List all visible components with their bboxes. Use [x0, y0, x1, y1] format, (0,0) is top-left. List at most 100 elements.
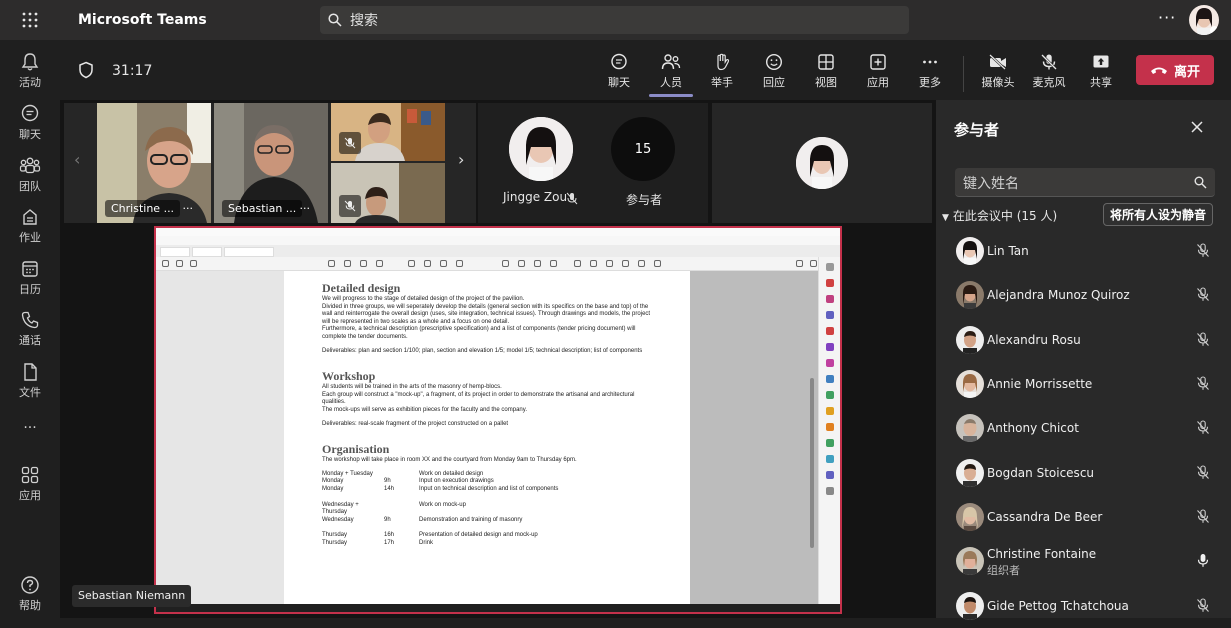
phone-icon	[21, 311, 39, 329]
help-icon	[21, 576, 39, 594]
search-icon	[1194, 176, 1207, 189]
camera-toggle[interactable]: 摄像头	[975, 53, 1021, 90]
participant-row[interactable]: Bogdan Stoicescu	[954, 455, 1224, 495]
raise-hand-button[interactable]: 举手	[699, 53, 745, 90]
jingge-avatar[interactable]	[509, 117, 573, 181]
participant-row[interactable]: Christine Fontaine 组织者	[954, 543, 1224, 583]
participant-row[interactable]: Gide Pettog Tchatchoua	[954, 588, 1224, 628]
rail-item-apps[interactable]: 应用	[0, 465, 60, 503]
settings-more-button[interactable]: ···	[1158, 8, 1176, 27]
rail-label: 帮助	[19, 599, 41, 612]
leave-button[interactable]: 离开	[1136, 55, 1214, 85]
participant-role: 组织者	[987, 564, 1020, 577]
pdf-menubar	[156, 236, 840, 245]
video-tile-sebastian[interactable]: Sebastian ... ···	[214, 103, 328, 223]
reactions-button[interactable]: 回应	[751, 53, 797, 90]
pdf-gray-area	[690, 271, 818, 604]
participant-name: Cassandra De Beer	[987, 510, 1103, 524]
toolbar-label: 回应	[763, 76, 785, 89]
chat-button[interactable]: 聊天	[596, 53, 642, 90]
strip-next-icon[interactable]: ›	[458, 150, 464, 169]
participant-row[interactable]: Alexandru Rosu	[954, 322, 1224, 362]
doc-paragraph: Deliverables: real-scale fragment of the…	[322, 420, 509, 427]
pdf-tools-rail	[818, 257, 840, 604]
close-icon[interactable]	[1190, 119, 1204, 138]
more-actions-button[interactable]: 更多	[907, 53, 953, 90]
doc-paragraph: Deliverables: plan and section 1/100; pl…	[322, 347, 643, 354]
participant-count-label: 参与者	[626, 193, 663, 207]
toolbar-label: 人员	[660, 76, 682, 89]
rail-label: 聊天	[19, 128, 41, 141]
doc-paragraph: Furthermore, a technical description (pr…	[322, 326, 636, 340]
video-tile-participant-4[interactable]	[331, 163, 445, 223]
participant-search-input[interactable]: 键入姓名	[955, 168, 1215, 197]
search-input[interactable]: 搜索	[320, 6, 909, 34]
in-meeting-section[interactable]: ▼ 在此会议中 (15 人)	[942, 207, 1057, 224]
shield-icon[interactable]	[78, 61, 94, 83]
assignments-icon	[23, 209, 37, 225]
participant-name: Bogdan Stoicescu	[987, 466, 1095, 480]
pdf-tab	[224, 247, 274, 257]
chat-icon	[21, 104, 39, 122]
participant-row[interactable]: Cassandra De Beer	[954, 499, 1224, 539]
tile-more-button[interactable]: ···	[300, 202, 311, 215]
share-button[interactable]: 共享	[1078, 53, 1124, 90]
avatar	[956, 503, 984, 531]
rail-item-chat[interactable]: 聊天	[0, 104, 60, 142]
user-avatar[interactable]	[1189, 5, 1219, 35]
tile-name: Christine ...	[105, 200, 181, 217]
avatar	[956, 547, 984, 575]
rail-item-assignments[interactable]: 作业	[0, 207, 60, 245]
doc-heading-detailed-design: Detailed design	[322, 281, 401, 295]
apps-button[interactable]: 应用	[855, 53, 901, 90]
rail-item-help[interactable]: 帮助	[0, 575, 60, 613]
participant-count-circle[interactable]: 15	[611, 117, 675, 181]
pdf-titlebar	[156, 228, 840, 236]
doc-heading-workshop: Workshop	[322, 369, 376, 384]
mute-all-button[interactable]: 将所有人设为静音	[1103, 203, 1213, 226]
rail-item-files[interactable]: 文件	[0, 362, 60, 400]
participant-row[interactable]: Alejandra Munoz Quiroz	[954, 277, 1224, 317]
rail-item-teams[interactable]: 团队	[0, 156, 60, 194]
mic-off-icon	[1196, 287, 1210, 306]
rail-item-calendar[interactable]: 日历	[0, 259, 60, 297]
people-button[interactable]: 人员	[648, 53, 694, 90]
participant-row[interactable]: Anthony Chicot	[954, 410, 1224, 450]
mic-off-icon	[1196, 509, 1210, 528]
video-tile-participant-3[interactable]	[331, 103, 445, 161]
mic-toggle[interactable]: 麦克风	[1026, 53, 1072, 90]
participant-row[interactable]: Annie Morrissette	[954, 366, 1224, 406]
rail-item-more[interactable]: ···	[0, 420, 60, 436]
rail-item-calls[interactable]: 通话	[0, 310, 60, 348]
doc-paragraph: Each group will construct a "mock-up", a…	[322, 391, 635, 406]
toolbar-label: 举手	[711, 76, 733, 89]
avatar	[956, 370, 984, 398]
self-avatar	[796, 137, 848, 189]
apps-icon	[21, 466, 39, 484]
app-launcher-icon[interactable]	[0, 12, 60, 28]
participant-row[interactable]: Lin Tan	[954, 233, 1224, 273]
mic-off-icon	[1041, 54, 1057, 70]
doc-paragraph: The mock-ups will serve as exhibition pi…	[322, 406, 527, 413]
hand-icon	[717, 53, 730, 71]
tile-more-button[interactable]: ···	[183, 202, 194, 215]
doc-heading-organisation: Organisation	[322, 442, 390, 457]
mic-off-icon	[1196, 465, 1210, 484]
presenter-name-label: Sebastian Niemann	[72, 585, 192, 607]
shared-screen: Detailed design We will progress to the …	[154, 226, 842, 614]
pdf-scrollbar	[810, 378, 814, 548]
doc-paragraph: We will progress to the stage of detaile…	[322, 296, 525, 302]
hang-up-icon	[1150, 67, 1167, 74]
doc-paragraph: The workshop will take place in room XX …	[322, 457, 577, 464]
participant-name: Annie Morrissette	[987, 377, 1093, 391]
muted-indicator	[339, 132, 361, 154]
schedule-table: Monday + Tuesday Work on detailed design …	[322, 471, 652, 548]
teams-icon	[19, 157, 41, 174]
toolbar-label: 聊天	[608, 76, 630, 89]
view-button[interactable]: 视图	[803, 53, 849, 90]
strip-prev-icon[interactable]: ‹	[74, 150, 80, 169]
rail-item-activity[interactable]: 活动	[0, 52, 60, 90]
video-tile-christine[interactable]: Christine ... ···	[97, 103, 211, 223]
add-app-icon	[870, 54, 886, 70]
toolbar-divider	[963, 56, 964, 92]
